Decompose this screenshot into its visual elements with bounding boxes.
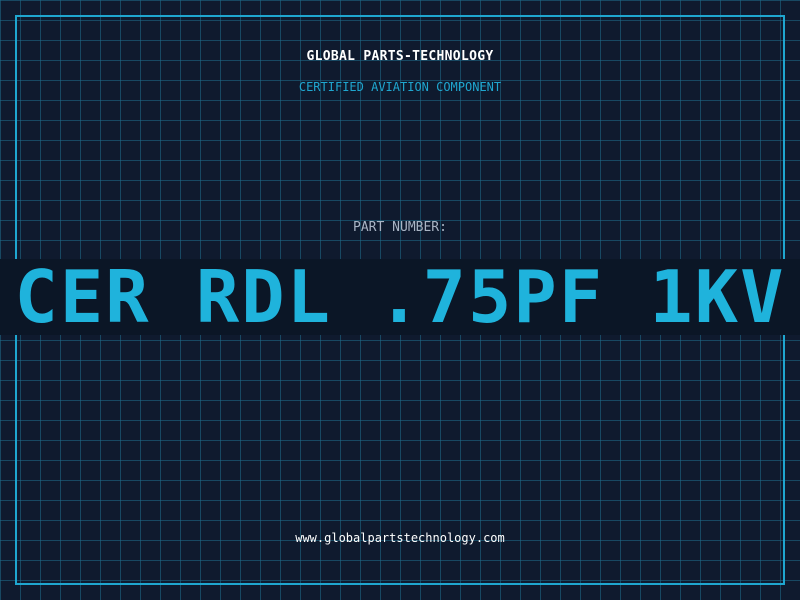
- website-url: www.globalpartstechnology.com: [295, 531, 505, 545]
- certificate-canvas: GLOBAL PARTS-TECHNOLOGY CERTIFIED AVIATI…: [0, 0, 800, 600]
- certification-tagline: CERTIFIED AVIATION COMPONENT: [298, 80, 502, 94]
- company-name: GLOBAL PARTS-TECHNOLOGY: [306, 49, 494, 64]
- part-number-label: PART NUMBER:: [353, 220, 447, 235]
- part-number-value: CER RDL .75PF 1KV: [14, 255, 786, 339]
